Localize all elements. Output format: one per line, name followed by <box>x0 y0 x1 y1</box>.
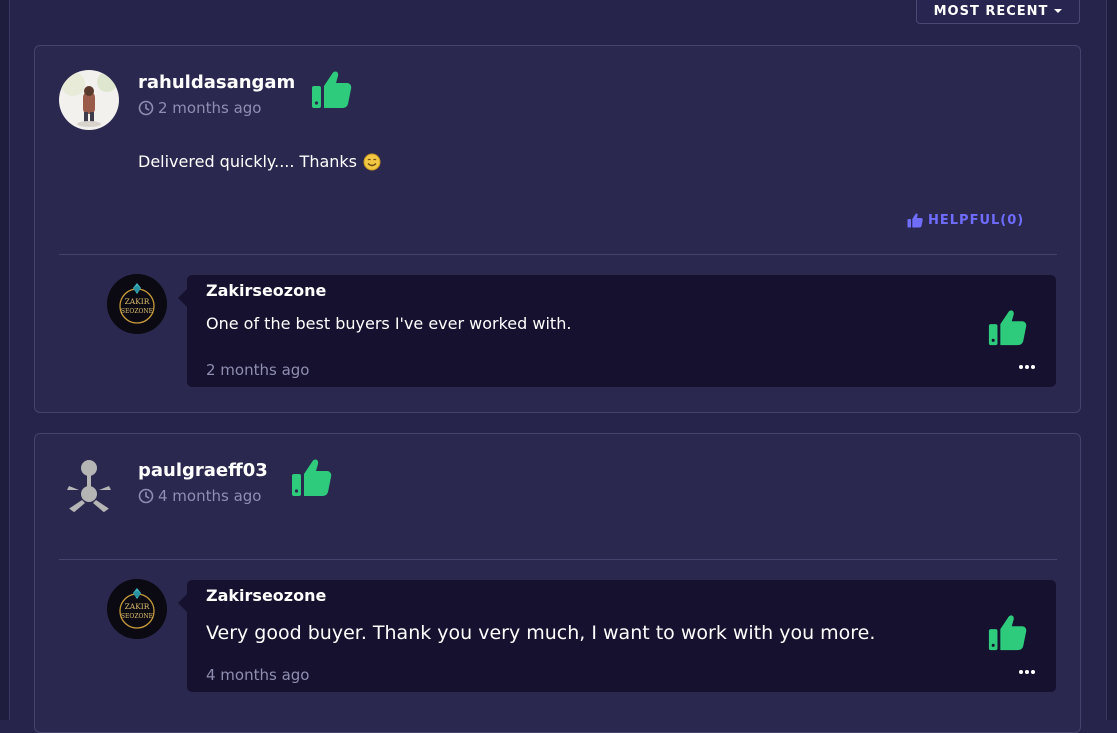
review-card: rahuldasangam 2 months ago Delivered qui… <box>34 45 1081 413</box>
page-left-border <box>0 0 10 720</box>
review-timestamp: 4 months ago <box>138 487 261 505</box>
seller-reply-box: Zakirseozone One of the best buyers I've… <box>178 274 1057 388</box>
thumbs-up-icon <box>988 615 1027 651</box>
svg-text:ZAKIR: ZAKIR <box>125 297 150 306</box>
more-options-icon[interactable] <box>1019 670 1035 674</box>
seller-logo: ZAKIR SEOZONE <box>107 274 167 334</box>
divider <box>59 254 1057 255</box>
review-time-text: 2 months ago <box>158 99 262 117</box>
default-user-icon <box>67 460 111 514</box>
thumbs-up-small-icon <box>907 213 923 228</box>
sort-dropdown[interactable]: MOST RECENT <box>916 0 1080 24</box>
more-options-icon[interactable] <box>1019 365 1035 369</box>
seller-reply-text: Very good buyer. Thank you very much, I … <box>206 622 876 644</box>
review-time-text: 4 months ago <box>158 487 262 505</box>
seller-reply-text: One of the best buyers I've ever worked … <box>206 314 572 333</box>
seller-reply-box: Zakirseozone Very good buyer. Thank you … <box>178 579 1057 693</box>
seller-name[interactable]: Zakirseozone <box>206 586 326 605</box>
svg-text:SEOZONE: SEOZONE <box>121 613 153 620</box>
caret-down-icon <box>1054 9 1063 13</box>
reviewer-photo <box>59 70 119 130</box>
seller-reply-time: 4 months ago <box>206 666 310 684</box>
page-right-border <box>1106 0 1117 720</box>
helpful-button[interactable]: HELPFUL(0) <box>907 213 1024 228</box>
thumbs-up-icon <box>312 71 352 108</box>
thumbs-up-icon <box>292 459 332 496</box>
svg-text:SEOZONE: SEOZONE <box>121 308 153 315</box>
seller-avatar[interactable]: ZAKIR SEOZONE <box>107 274 167 334</box>
seller-name[interactable]: Zakirseozone <box>206 281 326 300</box>
clock-icon <box>138 488 154 504</box>
review-card: paulgraeff03 4 months ago ZAKIR SEOZONE … <box>34 433 1081 733</box>
helpful-label: HELPFUL(0) <box>928 213 1025 228</box>
smile-emoji-icon <box>363 153 381 170</box>
review-text-content: Delivered quickly.... Thanks <box>138 152 358 171</box>
svg-text:ZAKIR: ZAKIR <box>125 602 150 611</box>
thumbs-up-icon <box>988 310 1027 346</box>
reviewer-username[interactable]: paulgraeff03 <box>138 460 268 481</box>
seller-reply-time: 2 months ago <box>206 361 310 379</box>
clock-icon <box>138 100 154 116</box>
review-timestamp: 2 months ago <box>138 99 261 117</box>
seller-avatar[interactable]: ZAKIR SEOZONE <box>107 579 167 639</box>
seller-logo: ZAKIR SEOZONE <box>107 579 167 639</box>
reviewer-username[interactable]: rahuldasangam <box>138 72 295 93</box>
reviewer-avatar[interactable] <box>59 456 119 516</box>
sort-dropdown-label: MOST RECENT <box>933 3 1049 19</box>
reviewer-avatar[interactable] <box>59 70 119 130</box>
review-text: Delivered quickly.... Thanks <box>138 152 381 171</box>
divider <box>59 559 1057 560</box>
